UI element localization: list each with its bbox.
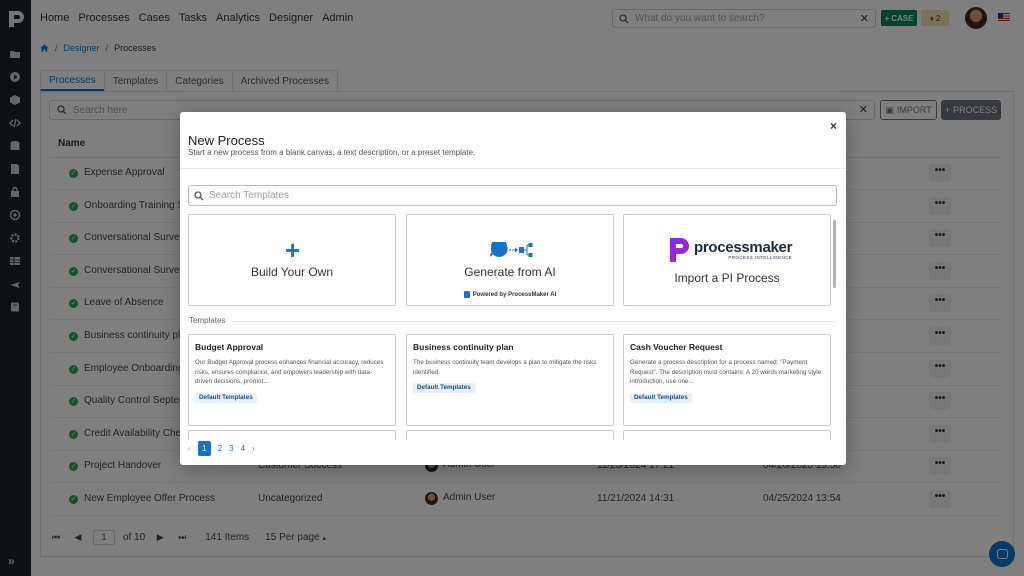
page-2-button[interactable]: 2: [218, 444, 222, 453]
build-your-own-label: Build Your Own: [250, 265, 334, 279]
template-pagination: ‹ 1 2 3 4 ›: [188, 441, 255, 456]
generate-from-ai-card[interactable]: Generate from AI Powered by ProcessMaker…: [406, 214, 614, 306]
template-title: Cash Voucher Request: [630, 342, 723, 352]
template-card-partial[interactable]: [188, 430, 396, 440]
templates-divider: [232, 321, 837, 322]
template-description: Our Budget Approval process enhances fin…: [195, 359, 384, 386]
powered-by-label: Powered by ProcessMaker AI: [472, 291, 557, 298]
new-process-modal: New Process Start a new process from a b…: [180, 112, 846, 465]
pm-brand-tag: PROCESS INTELLIGENCE: [728, 255, 793, 260]
templates-section-label: Templates: [189, 316, 226, 325]
powered-by-ai: Powered by ProcessMaker AI: [407, 291, 613, 298]
page-1-button[interactable]: 1: [197, 441, 211, 456]
template-card-partial[interactable]: [406, 430, 614, 440]
template-description: The business continuity team develops a …: [413, 359, 597, 376]
processmaker-small-icon: [463, 291, 470, 298]
template-title: Business continuity plan: [413, 342, 514, 352]
modal-scrollbar[interactable]: [833, 220, 836, 288]
template-card-budget-approval[interactable]: Budget Approval Our Budget Approval proc…: [188, 334, 396, 426]
template-title: Budget Approval: [195, 342, 264, 352]
ai-flow-icon: [490, 242, 533, 257]
template-badge: Default Templates: [195, 393, 257, 403]
template-card-partial[interactable]: [623, 430, 831, 440]
import-pi-label: Import a PI Process: [674, 271, 780, 285]
processmaker-mark-icon: [670, 238, 689, 262]
page-3-button[interactable]: 3: [229, 444, 233, 453]
prev-page-button[interactable]: ‹: [188, 444, 191, 453]
processmaker-pi-logo: processmaker PROCESS INTELLIGENCE: [668, 237, 792, 263]
generate-from-ai-label: Generate from AI: [464, 265, 556, 279]
template-badge: Default Templates: [630, 393, 692, 403]
template-badge: Default Templates: [413, 383, 475, 393]
modal-title: New Process: [188, 133, 265, 148]
template-search-input[interactable]: Search Templates: [188, 185, 837, 206]
modal-subtitle: Start a new process from a blank canvas,…: [188, 148, 476, 157]
modal-divider: [180, 168, 846, 169]
search-icon: [194, 190, 204, 200]
template-card-cash-voucher[interactable]: Cash Voucher Request Generate a process …: [623, 334, 831, 426]
template-card-business-continuity[interactable]: Business continuity plan The business co…: [406, 334, 614, 426]
build-your-own-card[interactable]: + Build Your Own: [188, 214, 396, 306]
plus-icon: +: [285, 235, 301, 265]
template-search-placeholder: Search Templates: [209, 190, 289, 201]
close-icon[interactable]: ×: [830, 119, 837, 133]
next-page-button[interactable]: ›: [252, 444, 255, 453]
pm-brand-name: processmaker: [694, 239, 793, 256]
page-4-button[interactable]: 4: [241, 444, 245, 453]
template-description: Generate a process description for a pro…: [630, 359, 822, 386]
import-pi-process-card[interactable]: processmaker PROCESS INTELLIGENCE Import…: [623, 214, 831, 306]
